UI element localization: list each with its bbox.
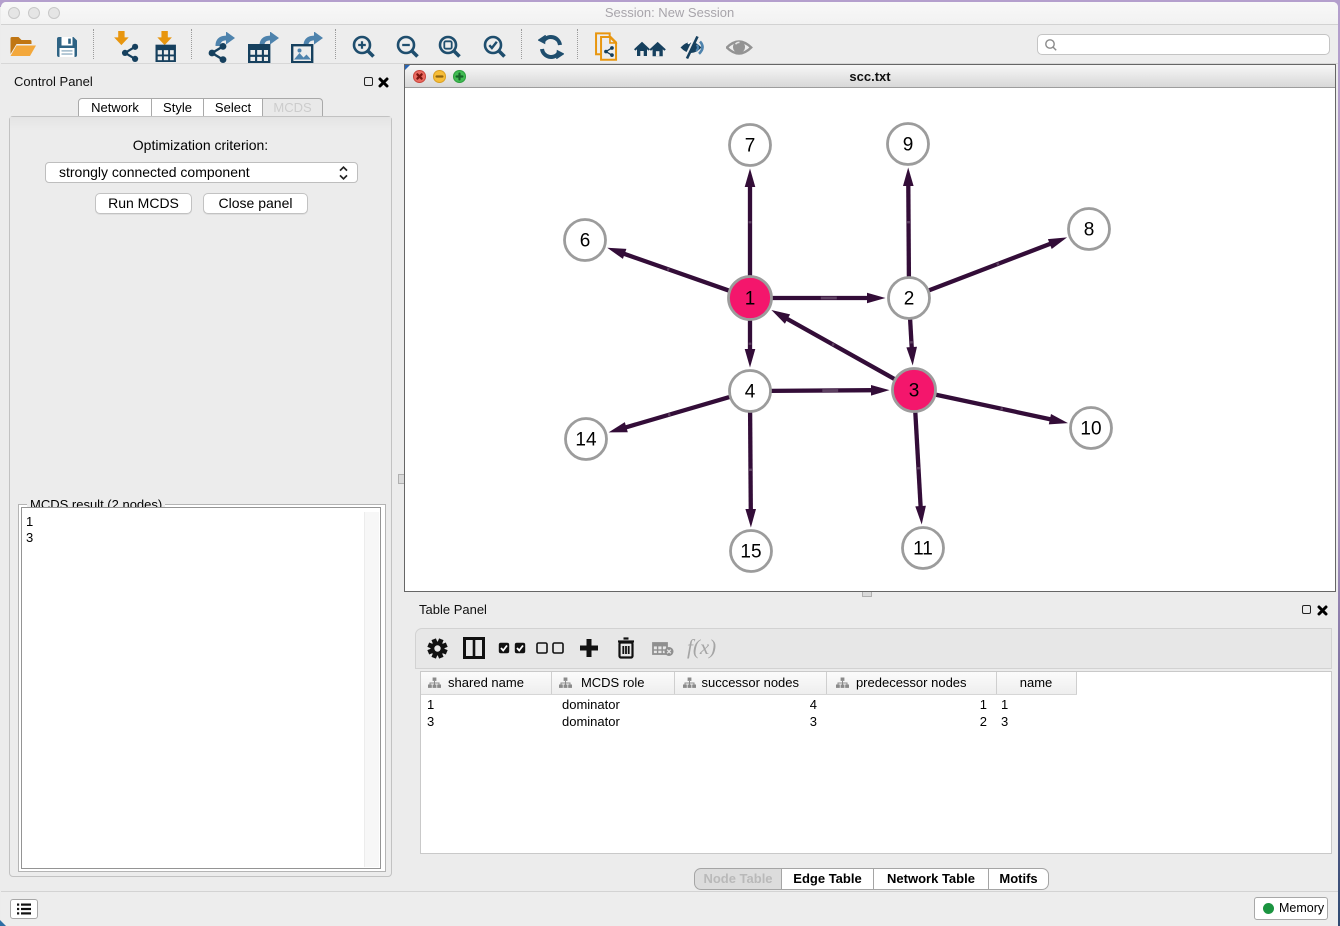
- svg-text:3: 3: [909, 381, 920, 402]
- svg-text:7: 7: [745, 136, 756, 157]
- svg-text:1: 1: [745, 289, 756, 310]
- svg-text:15: 15: [740, 542, 761, 563]
- svg-text:14: 14: [575, 430, 597, 451]
- svg-text:2: 2: [904, 289, 915, 310]
- svg-text:8: 8: [1084, 220, 1095, 241]
- svg-text:4: 4: [745, 382, 756, 403]
- svg-text:11: 11: [913, 539, 933, 560]
- svg-text:9: 9: [903, 135, 914, 156]
- svg-text:6: 6: [580, 231, 591, 252]
- svg-text:10: 10: [1080, 419, 1101, 440]
